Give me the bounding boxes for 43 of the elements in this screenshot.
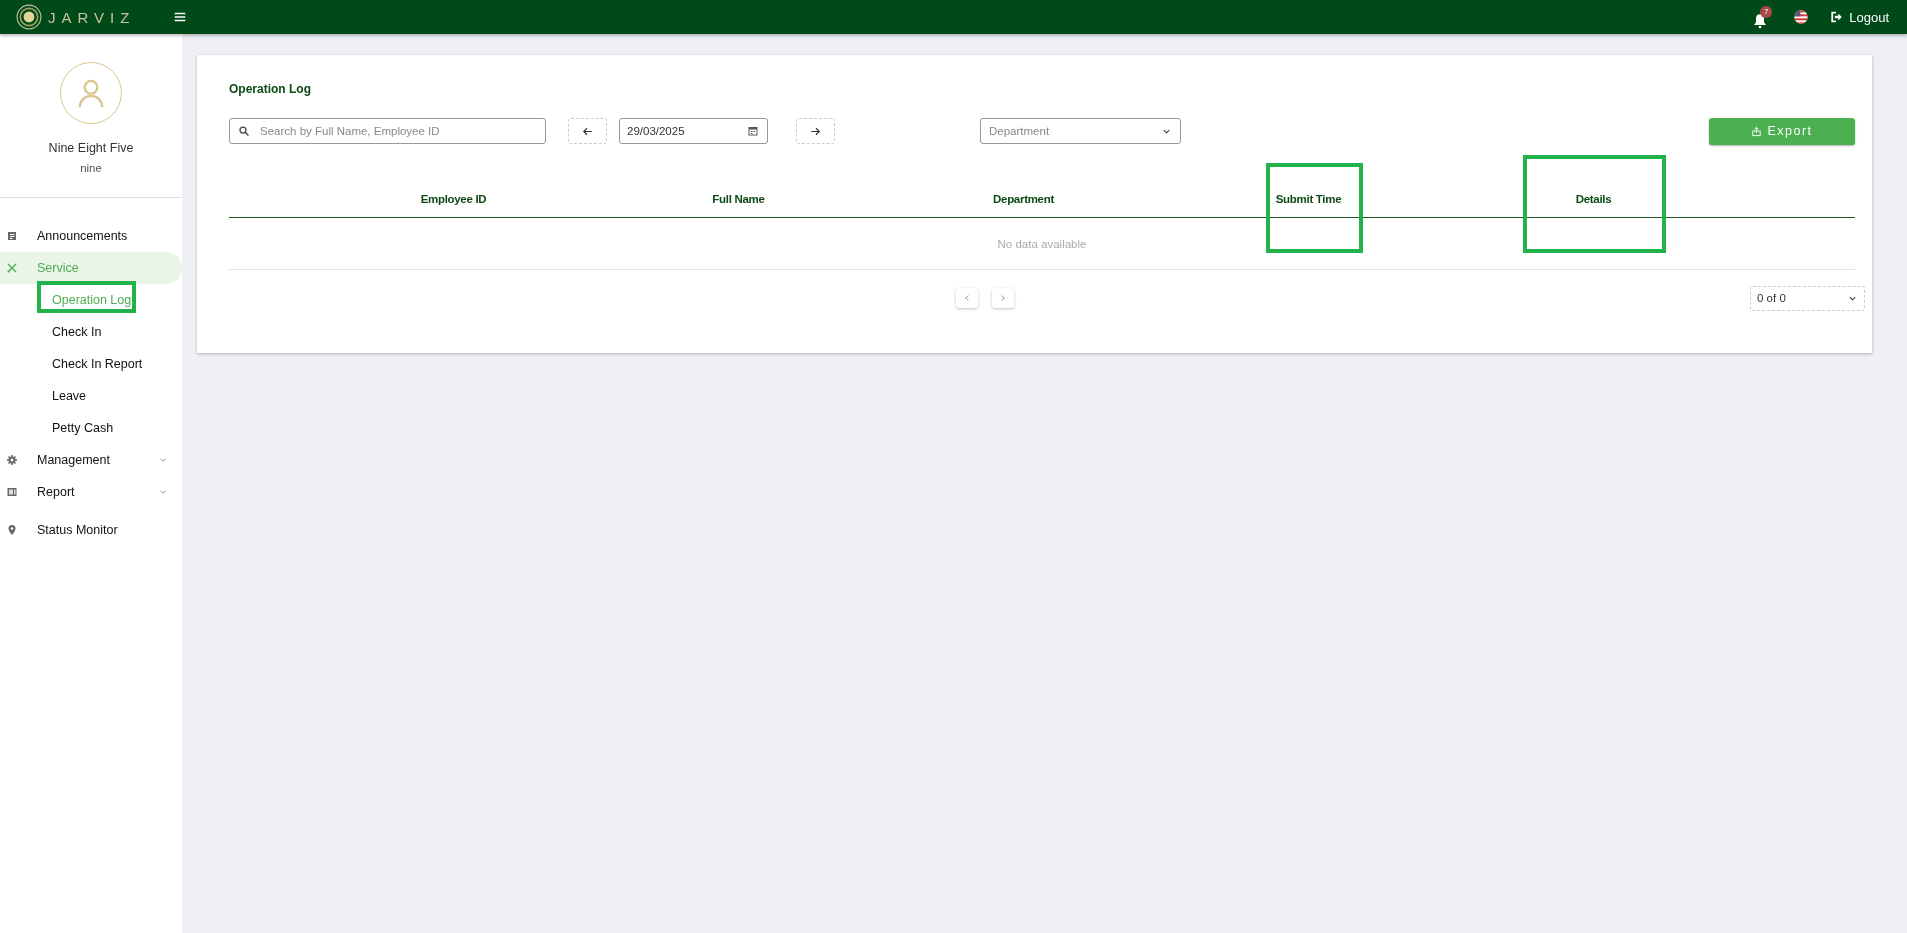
bell-icon (1752, 12, 1769, 29)
logout-icon (1829, 10, 1844, 24)
department-dropdown[interactable]: Department (980, 118, 1181, 144)
calendar-icon (747, 125, 759, 137)
page-size-dropdown[interactable]: 0 of 0 (1750, 285, 1865, 311)
column-header: Details (1451, 193, 1736, 205)
list-icon (6, 230, 18, 242)
sidebar-subitem[interactable]: Petty Cash (0, 412, 182, 444)
notification-button[interactable]: 7 (1752, 5, 1776, 29)
empty-message: No data available (229, 218, 1855, 270)
sidebar-item[interactable]: Management (0, 444, 182, 476)
user-name: Nine Eight Five (48, 141, 134, 155)
brand-name: JARVIZ (48, 8, 136, 26)
tools-icon (6, 262, 18, 274)
settings-icon (6, 454, 18, 466)
column-header: Full Name (711, 193, 766, 205)
sidebar-subitem[interactable]: Check In Report (0, 348, 182, 380)
menu-button[interactable] (173, 10, 188, 24)
location-pin-icon (6, 524, 18, 536)
flag-icon (1793, 9, 1810, 25)
next-day-button[interactable] (796, 118, 835, 144)
column-header: Submit Time (1166, 193, 1451, 205)
notification-badge: 7 (1760, 5, 1773, 18)
column-header: Employee ID (419, 193, 488, 205)
logo-icon (16, 4, 42, 30)
sidebar-subitem[interactable]: Check In (0, 316, 182, 348)
date-field[interactable]: 29/03/2025 (619, 118, 768, 144)
sidebar-subitem[interactable]: Leave (0, 380, 182, 412)
sidebar-item[interactable]: Report (0, 476, 182, 508)
page-title: Operation Log (229, 82, 312, 96)
user-id: nine (80, 162, 102, 174)
column-header: Department (992, 193, 1055, 205)
sidebar-item[interactable]: Status Monitor (0, 514, 182, 546)
sidebar-item[interactable]: Announcements (0, 220, 182, 252)
previous-page-button[interactable] (956, 288, 978, 308)
logout-button[interactable]: Logout (1829, 9, 1889, 25)
search-icon (238, 125, 250, 137)
upload-icon (1751, 125, 1763, 137)
previous-day-button[interactable] (568, 118, 607, 144)
menu-icon (173, 10, 188, 24)
search-field[interactable]: Search by Full Name, Employee ID (229, 118, 546, 144)
report-icon (6, 486, 18, 498)
next-page-button[interactable] (992, 288, 1014, 308)
